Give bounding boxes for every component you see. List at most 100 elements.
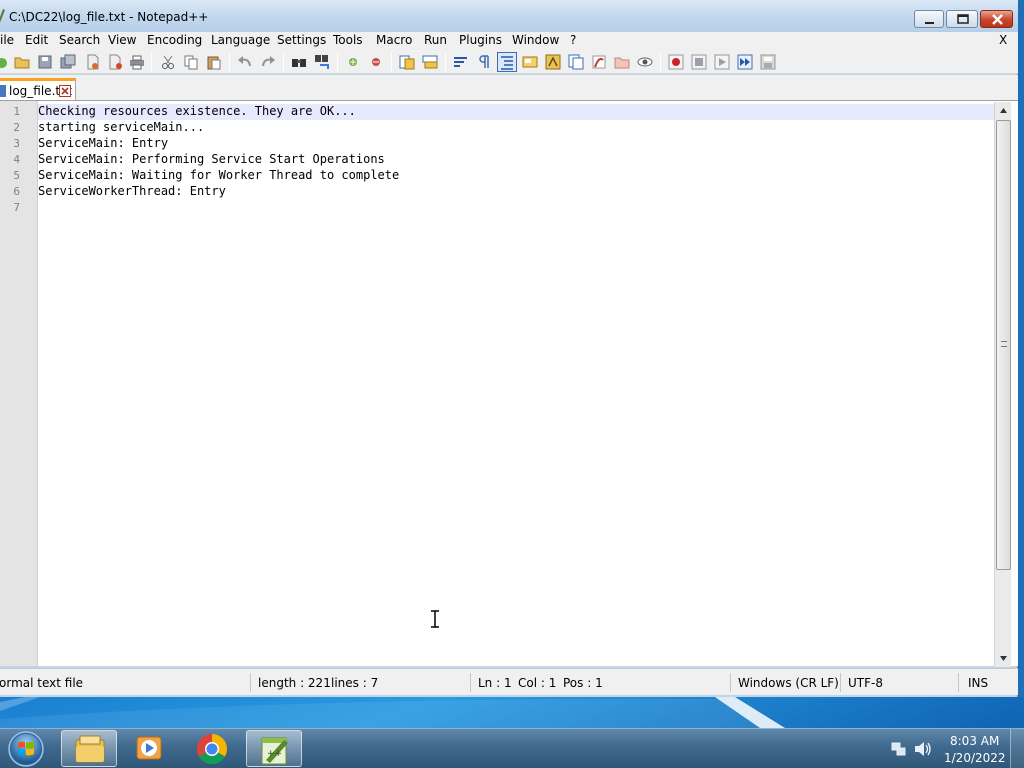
clock-time[interactable]: 8:03 AM — [950, 734, 999, 748]
minimize-button[interactable] — [914, 10, 944, 28]
print-icon[interactable] — [129, 54, 145, 70]
text-line[interactable]: ServiceMain: Waiting for Worker Thread t… — [38, 168, 399, 182]
text-line[interactable]: ServiceMain: Performing Service Start Op… — [38, 152, 385, 166]
restore-icon — [957, 14, 969, 24]
wallpaper-streaks — [0, 697, 785, 728]
line-number: 4 — [13, 153, 20, 166]
scrollbar-thumb[interactable] — [996, 120, 1011, 570]
maximize-button[interactable] — [946, 10, 978, 28]
status-separator — [470, 673, 471, 692]
close-icon[interactable] — [85, 54, 101, 70]
menu-file[interactable]: ile — [0, 33, 14, 47]
scroll-down-icon[interactable] — [995, 650, 1012, 667]
close-icon — [61, 87, 69, 95]
status-encoding[interactable]: UTF-8 — [848, 676, 883, 690]
close-all-icon[interactable] — [108, 54, 124, 70]
folder-workspace-icon[interactable] — [591, 54, 607, 70]
toolbar — [0, 50, 1018, 74]
notepadpp-icon: ++ — [261, 737, 288, 765]
menu-macro[interactable]: Macro — [376, 33, 412, 47]
minimize-icon — [925, 22, 934, 24]
open-file-icon[interactable] — [14, 54, 30, 70]
taskbar-chrome[interactable] — [184, 730, 240, 767]
start-button[interactable] — [6, 730, 46, 768]
volume-icon[interactable] — [914, 741, 932, 757]
scroll-up-icon[interactable] — [995, 102, 1012, 119]
text-line[interactable]: ServiceWorkerThread: Entry — [38, 184, 226, 198]
save-all-icon[interactable] — [60, 54, 76, 70]
open-folder-icon[interactable] — [614, 54, 630, 70]
status-length: length : 221 — [258, 676, 331, 690]
menu-settings[interactable]: Settings — [277, 33, 326, 47]
stop-recording-icon[interactable] — [691, 54, 707, 70]
text-area[interactable]: Checking resources existence. They are O… — [38, 101, 994, 666]
title-bar[interactable]: C:\DC22\log_file.txt - Notepad++ — [0, 0, 1018, 32]
user-language-icon[interactable] — [522, 54, 538, 70]
close-document-button[interactable]: X — [999, 33, 1007, 47]
network-icon[interactable] — [891, 741, 907, 757]
menu-language[interactable]: Language — [211, 33, 270, 47]
copy-icon[interactable] — [183, 54, 199, 70]
text-line[interactable]: Checking resources existence. They are O… — [38, 104, 356, 118]
undo-icon[interactable] — [237, 54, 253, 70]
status-separator — [958, 673, 959, 692]
status-separator — [730, 673, 731, 692]
sync-vertical-icon[interactable] — [399, 54, 415, 70]
taskbar-notepadpp[interactable]: ++ — [246, 730, 302, 767]
status-insert-mode[interactable]: INS — [968, 676, 988, 690]
text-line[interactable]: starting serviceMain... — [38, 120, 204, 134]
menu-help[interactable]: ? — [570, 33, 576, 47]
show-desktop-button[interactable] — [1010, 729, 1024, 768]
redo-icon[interactable] — [260, 54, 276, 70]
status-pos: Pos : 1 — [563, 676, 603, 690]
status-eol[interactable]: Windows (CR LF) — [738, 676, 839, 690]
find-icon[interactable] — [291, 54, 307, 70]
sync-horizontal-icon[interactable] — [422, 54, 438, 70]
clock-date[interactable]: 1/20/2022 — [944, 751, 1006, 765]
indent-guide-icon[interactable] — [497, 52, 517, 72]
menu-edit[interactable]: Edit — [25, 33, 48, 47]
paste-icon[interactable] — [206, 54, 222, 70]
windows-explorer-icon — [75, 735, 105, 763]
replace-icon[interactable] — [314, 54, 330, 70]
save-macro-icon[interactable] — [760, 54, 776, 70]
menu-tools[interactable]: Tools — [333, 33, 363, 47]
zoom-in-icon[interactable] — [345, 54, 361, 70]
menu-view[interactable]: View — [108, 33, 136, 47]
word-wrap-icon[interactable] — [453, 54, 469, 70]
toolbar-separator — [283, 53, 284, 71]
taskbar-windows-explorer[interactable] — [61, 730, 117, 767]
run-macro-multiple-icon[interactable] — [737, 54, 753, 70]
function-list-icon[interactable] — [568, 54, 584, 70]
play-macro-icon[interactable] — [714, 54, 730, 70]
menu-search[interactable]: Search — [59, 33, 100, 47]
toolbar-separator — [337, 53, 338, 71]
tab-log-file[interactable]: log_file.txt — [0, 78, 76, 100]
taskbar-media-player[interactable] — [122, 730, 178, 767]
vertical-scrollbar[interactable] — [994, 102, 1011, 667]
doc-map-icon[interactable] — [545, 54, 561, 70]
toolbar-separator — [151, 53, 152, 71]
tab-close-button[interactable] — [59, 85, 71, 97]
cut-icon[interactable] — [160, 54, 176, 70]
status-ln: Ln : 1 — [478, 676, 512, 690]
status-separator — [250, 673, 251, 692]
monitoring-icon[interactable] — [637, 54, 653, 70]
record-macro-icon[interactable] — [668, 54, 684, 70]
file-icon — [0, 85, 6, 97]
notepadpp-app-icon — [0, 9, 5, 23]
line-number: 7 — [13, 201, 20, 214]
menu-window[interactable]: Window — [512, 33, 559, 47]
menu-run[interactable]: Run — [424, 33, 447, 47]
show-all-chars-icon[interactable] — [476, 54, 492, 70]
editor-pane[interactable]: 1 2 3 4 5 6 7 Checking resources existen… — [0, 100, 1018, 667]
menu-encoding[interactable]: Encoding — [147, 33, 202, 47]
close-window-button[interactable] — [980, 10, 1013, 28]
notepadpp-window: C:\DC22\log_file.txt - Notepad++ ile Edi… — [0, 0, 1018, 697]
desktop-wallpaper — [0, 697, 1024, 728]
menu-plugins[interactable]: Plugins — [459, 33, 502, 47]
new-file-icon[interactable] — [0, 54, 10, 70]
save-icon[interactable] — [37, 54, 53, 70]
text-line[interactable]: ServiceMain: Entry — [38, 136, 168, 150]
zoom-out-icon[interactable] — [368, 54, 384, 70]
